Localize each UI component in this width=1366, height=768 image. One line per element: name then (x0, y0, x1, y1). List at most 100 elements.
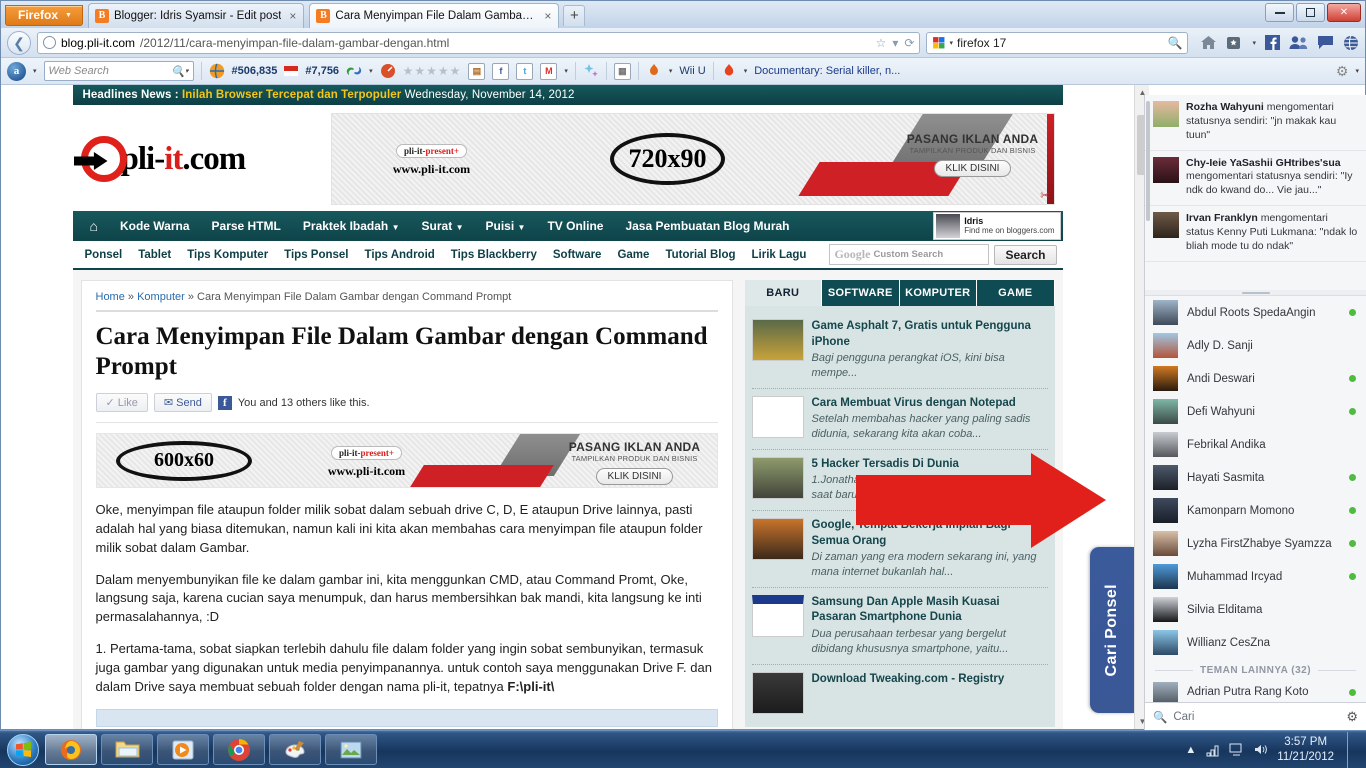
subnav-item-tips-android[interactable]: Tips Android (357, 249, 443, 261)
search-engine-chevron-icon[interactable]: ▾ (949, 39, 953, 47)
tab-software[interactable]: SOFTWARE (822, 280, 900, 306)
ad-cta[interactable]: PASANG IKLAN ANDA TAMPILKAN PRODUK DAN B… (409, 434, 717, 487)
friend-row[interactable]: Adrian Putra Rang Koto (1145, 682, 1366, 702)
link-icon[interactable] (346, 63, 362, 79)
scrollbar-thumb[interactable] (1146, 101, 1150, 221)
list-item[interactable]: Samsung Dan Apple Masih Kuasai Pasaran S… (751, 588, 1048, 665)
chevron-down-icon[interactable]: ▾ (1252, 39, 1256, 47)
custom-search-input[interactable]: Google Custom Search (829, 244, 990, 265)
search-icon[interactable]: 🔍 (1168, 36, 1183, 50)
nav-item-puisi[interactable]: Puisi ▼ (474, 219, 536, 233)
globe-icon[interactable] (1343, 35, 1359, 51)
friend-row[interactable]: Lyzha FirstZhabye Syamzza (1145, 527, 1366, 560)
friend-row[interactable]: Silvia Elditama (1145, 593, 1366, 626)
new-tab-button[interactable]: + (563, 5, 586, 26)
show-hidden-icons-button[interactable]: ▲ (1185, 744, 1196, 756)
friend-row[interactable]: Kamonparn Momono (1145, 494, 1366, 527)
chat-search-bar[interactable]: 🔍 Cari ⚙ (1145, 702, 1366, 730)
search-submit-button[interactable]: Search (994, 244, 1057, 265)
friend-row[interactable]: Febrikal Andika (1145, 428, 1366, 461)
sparkle-icon[interactable] (583, 63, 599, 79)
web-search-input[interactable]: Web Search 🔍 ▾ (43, 61, 194, 81)
subnav-item-ponsel[interactable]: Ponsel (77, 249, 131, 261)
close-tab-icon[interactable]: × (286, 9, 299, 23)
article-title[interactable]: Cara Membuat Virus dengan Notepad (812, 396, 1048, 412)
home-icon[interactable] (1200, 35, 1217, 50)
subnav-item-software[interactable]: Software (545, 249, 610, 261)
list-item[interactable]: Cara Membuat Virus dengan Notepad Setela… (751, 389, 1048, 450)
nav-item-home[interactable]: ⌂ (79, 218, 109, 234)
headline-link[interactable]: Inilah Browser Tercepat dan Terpopuler (182, 89, 401, 101)
taskbar-paint-button[interactable] (269, 734, 321, 765)
nav-item-tv-online[interactable]: TV Online (536, 219, 614, 233)
nav-item-jasa-blog[interactable]: Jasa Pembuatan Blog Murah (614, 219, 800, 233)
article-title[interactable]: Game Asphalt 7, Gratis untuk Pengguna iP… (812, 319, 1048, 350)
friends-icon[interactable] (1289, 35, 1308, 50)
list-item[interactable]: Game Asphalt 7, Gratis untuk Pengguna iP… (751, 312, 1048, 389)
sidebar-scrollbar[interactable] (1145, 95, 1151, 730)
facebook-icon[interactable] (1265, 35, 1280, 50)
back-button[interactable]: ❮ (7, 30, 31, 55)
twitter-share-icon[interactable]: t (516, 62, 534, 80)
friend-row[interactable]: Adly D. Sanji (1145, 329, 1366, 362)
chevron-down-icon[interactable]: ▾ (744, 67, 748, 75)
chevron-down-icon[interactable]: ▾ (33, 67, 37, 75)
friend-row[interactable]: Willianz CesZna (1145, 626, 1366, 659)
chevron-down-icon[interactable]: ▾ (564, 67, 568, 75)
top-ad-banner[interactable]: pli-it-present+ www.pli-it.com 720x90 PA… (330, 113, 1055, 205)
search-input-value[interactable]: firefox 17 (957, 36, 1006, 50)
ticker-name[interactable]: Irvan Franklyn (1186, 212, 1258, 224)
article-title[interactable]: Samsung Dan Apple Masih Kuasai Pasaran S… (812, 595, 1048, 626)
rating-stars-icon[interactable]: ★★★★★ (403, 64, 462, 78)
chevron-down-icon[interactable]: ▾ (669, 67, 673, 75)
facebook-share-icon[interactable]: f (492, 62, 510, 80)
tab-baru[interactable]: BARU (744, 280, 822, 306)
ticker-divider[interactable] (1145, 290, 1366, 296)
subnav-item-tutorial-blog[interactable]: Tutorial Blog (657, 249, 743, 261)
volume-icon[interactable] (1253, 742, 1268, 757)
subnav-item-lirik-lagu[interactable]: Lirik Lagu (744, 249, 815, 261)
taskbar-media-player-button[interactable] (157, 734, 209, 765)
taskbar-explorer-button[interactable] (101, 734, 153, 765)
bookmark-star-icon[interactable]: ☆ (876, 36, 887, 50)
taskbar-chrome-button[interactable] (213, 734, 265, 765)
nav-item-praktek-ibadah[interactable]: Praktek Ibadah ▼ (292, 219, 411, 233)
friend-row[interactable]: Hayati Sasmita (1145, 461, 1366, 494)
subnav-item-tablet[interactable]: Tablet (130, 249, 179, 261)
facebook-send-button[interactable]: ✉ Send (153, 393, 212, 412)
article-title[interactable]: Download Tweaking.com - Registry (812, 672, 1005, 688)
nav-item-surat[interactable]: Surat ▼ (411, 219, 475, 233)
ad-cta-button[interactable]: KLIK DISINI (933, 160, 1012, 177)
subnav-item-tips-komputer[interactable]: Tips Komputer (179, 249, 276, 261)
wrench-icon[interactable]: ✂ (1040, 189, 1049, 202)
flame-search-icon[interactable] (646, 63, 662, 79)
breadcrumb-komputer[interactable]: Komputer (137, 291, 185, 303)
breadcrumb-home[interactable]: Home (96, 291, 125, 303)
subnav-item-tips-ponsel[interactable]: Tips Ponsel (276, 249, 356, 261)
ticker-item[interactable]: Rozha Wahyuni mengomentari statusnya sen… (1145, 95, 1366, 151)
clock[interactable]: 3:57 PM 11/21/2012 (1277, 735, 1334, 764)
gmail-icon[interactable]: M (540, 62, 558, 80)
firefox-menu-button[interactable]: Firefox ▼ (5, 5, 83, 26)
messages-icon[interactable] (1317, 35, 1334, 50)
post-ad-banner[interactable]: 600x60 pli-it-present+ www.pli-it.com PA… (95, 433, 718, 488)
search-bar[interactable]: ▾ firefox 17 🔍 (926, 31, 1189, 54)
browser-tab-2[interactable]: B Cara Menyimpan File Dalam Gambar ... × (309, 3, 560, 28)
taskbar-photo-viewer-button[interactable] (325, 734, 377, 765)
wiiu-label[interactable]: Wii U (679, 65, 705, 77)
ad-cta-button[interactable]: KLIK DISINI (595, 468, 674, 485)
reload-icon[interactable]: ⟳ (904, 36, 914, 50)
cari-ponsel-tab[interactable]: Cari Ponsel (1090, 547, 1134, 713)
nav-item-kode-warna[interactable]: Kode Warna (109, 219, 201, 233)
minimize-button[interactable] (1265, 3, 1294, 22)
nav-item-parse-html[interactable]: Parse HTML (201, 219, 292, 233)
tab-game[interactable]: GAME (977, 280, 1055, 306)
close-tab-icon[interactable]: × (541, 9, 554, 23)
flame-icon[interactable] (721, 63, 737, 79)
browser-tab-1[interactable]: B Blogger: Idris Syamsir - Edit post × (87, 3, 305, 28)
address-bar[interactable]: blog.pli-it.com/2012/11/cara-menyimpan-f… (37, 31, 921, 54)
list-item[interactable]: Download Tweaking.com - Registry (751, 665, 1048, 721)
ticker-item[interactable]: Chy-Ieie YaSashii GHtribes'sua mengoment… (1145, 151, 1366, 207)
subnav-item-tips-blackberry[interactable]: Tips Blackberry (443, 249, 545, 261)
network-icon[interactable] (1205, 742, 1220, 757)
